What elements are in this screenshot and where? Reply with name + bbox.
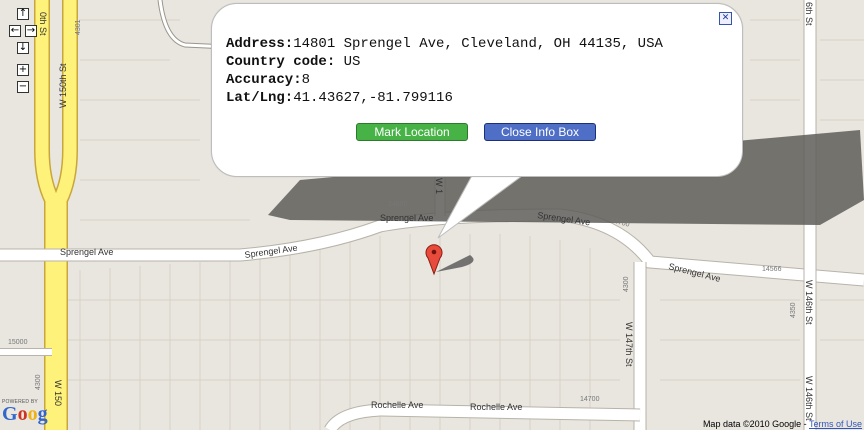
pan-down-button[interactable]: ↓ xyxy=(17,42,29,54)
road-label: 6th St xyxy=(804,2,814,26)
address-number: 15000 xyxy=(8,339,28,346)
accuracy-label: Accuracy: xyxy=(226,72,302,88)
google-wordmark: Goog xyxy=(2,403,48,425)
road-label: Rochelle Ave xyxy=(470,402,522,412)
road-label: W 146th St xyxy=(804,376,814,421)
close-icon[interactable]: ✕ xyxy=(719,12,732,25)
road-label: W 150th St xyxy=(58,63,68,108)
road-label: Sprengel Ave xyxy=(380,213,433,223)
address-label: Address: xyxy=(226,36,294,52)
country-value: US xyxy=(335,54,361,70)
country-row: Country code: US xyxy=(226,53,663,71)
zoom-in-button[interactable]: + xyxy=(17,64,29,76)
info-details: Address:14801 Sprengel Ave, Cleveland, O… xyxy=(226,35,663,107)
road-label: Sprengel Ave xyxy=(60,247,113,257)
zoom-out-button[interactable]: − xyxy=(17,81,29,93)
close-info-box-button[interactable]: Close Info Box xyxy=(484,123,596,141)
latlng-label: Lat/Lng: xyxy=(226,90,294,106)
pan-up-button[interactable]: ↑ xyxy=(17,8,29,20)
attribution-text: Map data ©2010 Google - xyxy=(702,419,809,429)
address-row: Address:14801 Sprengel Ave, Cleveland, O… xyxy=(226,35,663,53)
latlng-value: 41.43627,-81.799116 xyxy=(293,90,453,106)
road-label: Rochelle Ave xyxy=(371,400,423,410)
address-number: 14700 xyxy=(580,396,600,403)
terms-of-use-link[interactable]: Terms of Use xyxy=(809,419,862,429)
address-number: 4300 xyxy=(35,374,42,390)
google-logo[interactable]: POWERED BY Goog xyxy=(2,399,64,429)
address-number: 4300 xyxy=(623,276,630,292)
road-label: W 1 xyxy=(434,178,444,194)
road-label: W 146th St xyxy=(804,280,814,325)
pan-right-button[interactable]: → xyxy=(25,25,37,37)
road-label: 0th St xyxy=(38,12,48,36)
address-number: 14800 xyxy=(388,201,408,208)
latlng-row: Lat/Lng:41.43627,-81.799116 xyxy=(226,89,663,107)
address-value: 14801 Sprengel Ave, Cleveland, OH 44135,… xyxy=(293,36,663,52)
accuracy-value: 8 xyxy=(301,72,311,88)
info-window: ✕ Address:14801 Sprengel Ave, Cleveland,… xyxy=(211,3,743,177)
address-number: 4350 xyxy=(790,302,797,318)
accuracy-row: Accuracy:8 xyxy=(226,71,663,89)
pan-left-button[interactable]: ← xyxy=(9,25,21,37)
map-attribution: Map data ©2010 Google - Terms of Use xyxy=(703,419,862,429)
road-label: W 147th St xyxy=(624,322,634,367)
address-number: 4301 xyxy=(75,19,82,35)
mark-location-button[interactable]: Mark Location xyxy=(356,123,468,141)
address-number: 14566 xyxy=(762,266,782,273)
country-label: Country code: xyxy=(226,54,336,70)
